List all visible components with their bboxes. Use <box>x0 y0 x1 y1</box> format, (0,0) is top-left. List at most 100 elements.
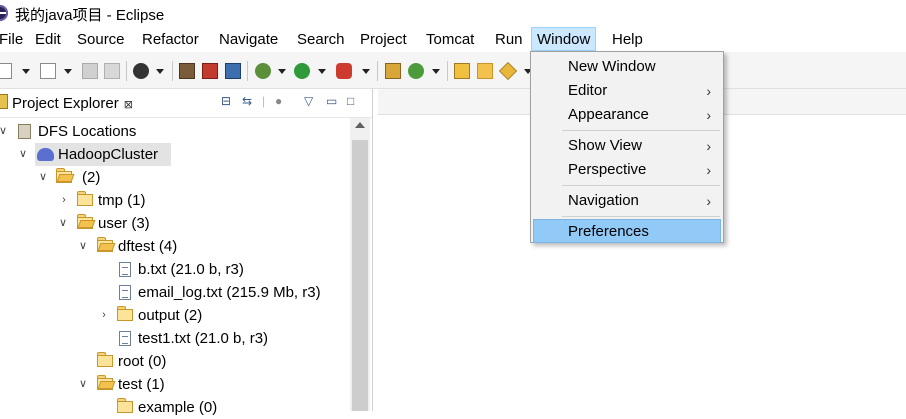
menu-separator <box>562 130 720 131</box>
tree-item-dfs-locations[interactable]: ∨ DFS Locations <box>0 120 340 143</box>
menu-run[interactable]: Run <box>495 31 523 48</box>
file-icon <box>119 285 131 300</box>
save-all-icon[interactable] <box>104 63 120 79</box>
file-icon <box>119 331 131 346</box>
window-menu-dropdown: New Window Editor › Appearance › Show Vi… <box>530 51 724 243</box>
menu-item-preferences[interactable]: Preferences <box>533 219 721 243</box>
scroll-up-icon[interactable] <box>355 122 365 128</box>
tree-item-root[interactable]: root (0) <box>0 350 340 373</box>
chevron-down-icon[interactable] <box>278 69 286 74</box>
project-explorer-panel: Project Explorer ⊠ ⊟ ⇆ | ● ▽ ▭ □ ∨ DFS Lo… <box>0 89 373 416</box>
menu-search[interactable]: Search <box>297 31 345 48</box>
toolbar-divider <box>447 61 448 81</box>
tree-item-label: test (1) <box>118 376 165 393</box>
chevron-down-icon[interactable]: ∨ <box>17 143 29 166</box>
tree-item-test[interactable]: ∨ test (1) <box>0 373 340 396</box>
tree-item-test1-txt[interactable]: test1.txt (21.0 b, r3) <box>0 327 340 350</box>
folder-open-icon <box>56 168 75 183</box>
collapse-all-icon[interactable]: ⊟ <box>221 94 231 108</box>
new-icon[interactable] <box>40 63 56 79</box>
vertical-scrollbar[interactable] <box>350 118 370 411</box>
filter-icon[interactable]: ● <box>275 94 282 108</box>
tree-item-label: HadoopCluster <box>58 146 159 163</box>
hadoop-icon[interactable] <box>179 63 195 79</box>
menu-edit[interactable]: Edit <box>35 31 61 48</box>
scrollbar-thumb[interactable] <box>352 140 368 411</box>
tree-item-label: root (0) <box>118 353 167 370</box>
menu-bar: File Edit Source Refactor Navigate Searc… <box>0 27 906 52</box>
menu-item-label: Appearance <box>568 106 649 123</box>
tree-item-b-txt[interactable]: b.txt (21.0 b, r3) <box>0 258 340 281</box>
chevron-down-icon[interactable]: ∨ <box>0 120 9 143</box>
menu-item-editor[interactable]: Editor › <box>533 79 721 103</box>
menu-tomcat[interactable]: Tomcat <box>426 31 474 48</box>
run-icon[interactable] <box>294 63 310 79</box>
tree-item-dftest[interactable]: ∨ dftest (4) <box>0 235 340 258</box>
menu-item-navigation[interactable]: Navigation › <box>533 189 721 213</box>
open-folder-icon[interactable] <box>477 63 493 79</box>
tree-item-tmp[interactable]: › tmp (1) <box>0 189 340 212</box>
tree-item-label: email_log.txt (215.9 Mb, r3) <box>138 284 321 301</box>
search-icon[interactable] <box>498 61 518 81</box>
chevron-down-icon[interactable]: ∨ <box>77 373 89 396</box>
menu-source[interactable]: Source <box>77 31 125 48</box>
tree-item-email-log-txt[interactable]: email_log.txt (215.9 Mb, r3) <box>0 281 340 304</box>
menu-item-new-window[interactable]: New Window <box>533 55 721 79</box>
chevron-right-icon: › <box>706 83 711 99</box>
new-package-icon[interactable] <box>385 63 401 79</box>
hadoop-delete-icon[interactable] <box>202 63 218 79</box>
menu-item-label: Show View <box>568 137 642 154</box>
close-icon[interactable]: ⊠ <box>124 99 133 111</box>
new-wizard-icon[interactable] <box>0 63 12 79</box>
external-tools-icon[interactable] <box>336 63 352 79</box>
profile-icon[interactable] <box>133 63 149 79</box>
chevron-down-icon[interactable] <box>362 69 370 74</box>
menu-item-show-view[interactable]: Show View › <box>533 134 721 158</box>
menu-help[interactable]: Help <box>612 31 643 48</box>
menu-item-perspective[interactable]: Perspective › <box>533 158 721 182</box>
chevron-right-icon[interactable]: › <box>98 304 110 327</box>
open-type-icon[interactable] <box>454 63 470 79</box>
menu-navigate[interactable]: Navigate <box>219 31 278 48</box>
dfs-icon <box>18 124 31 139</box>
tree-item-hadoopcluster[interactable]: ∨ HadoopCluster <box>0 143 340 166</box>
tree-item-example[interactable]: example (0) <box>0 396 340 416</box>
folder-open-icon <box>77 214 96 229</box>
menu-refactor[interactable]: Refactor <box>142 31 199 48</box>
chevron-down-icon[interactable] <box>64 69 72 74</box>
chevron-down-icon[interactable] <box>318 69 326 74</box>
minimize-icon[interactable]: ▭ <box>326 94 337 108</box>
folder-icon <box>77 191 93 206</box>
maximize-icon[interactable]: □ <box>347 94 354 108</box>
link-with-editor-icon[interactable]: ⇆ <box>242 94 252 108</box>
new-class-icon[interactable] <box>408 63 424 79</box>
tree-item-label: dftest (4) <box>118 238 178 255</box>
tree-item-label: test1.txt (21.0 b, r3) <box>138 330 269 347</box>
tree-item-output[interactable]: › output (2) <box>0 304 340 327</box>
toolbar-divider <box>126 61 127 81</box>
toolbar-divider <box>172 61 173 81</box>
chevron-down-icon[interactable] <box>432 69 440 74</box>
menu-separator <box>562 216 720 217</box>
chevron-right-icon[interactable]: › <box>58 189 70 212</box>
chevron-down-icon[interactable] <box>22 69 30 74</box>
folder-open-icon <box>97 237 116 252</box>
menu-file[interactable]: File <box>0 31 23 48</box>
chevron-down-icon[interactable] <box>156 69 164 74</box>
view-menu-icon[interactable]: ▽ <box>304 94 313 108</box>
menu-window[interactable]: Window <box>531 27 597 51</box>
tree-item-user[interactable]: ∨ user (3) <box>0 212 340 235</box>
hadoop-ok-icon[interactable] <box>225 63 241 79</box>
chevron-down-icon[interactable]: ∨ <box>77 235 89 258</box>
tree-item-root-folder[interactable]: ∨ (2) <box>0 166 340 189</box>
debug-icon[interactable] <box>255 63 271 79</box>
menu-item-appearance[interactable]: Appearance › <box>533 103 721 127</box>
eclipse-logo-icon <box>0 5 8 21</box>
save-icon[interactable] <box>82 63 98 79</box>
tree-item-label: b.txt (21.0 b, r3) <box>138 261 244 278</box>
chevron-down-icon[interactable]: ∨ <box>37 166 49 189</box>
menu-project[interactable]: Project <box>360 31 407 48</box>
tab-project-explorer[interactable]: Project Explorer ⊠ <box>0 94 133 112</box>
folder-icon <box>97 352 113 367</box>
chevron-down-icon[interactable]: ∨ <box>57 212 69 235</box>
